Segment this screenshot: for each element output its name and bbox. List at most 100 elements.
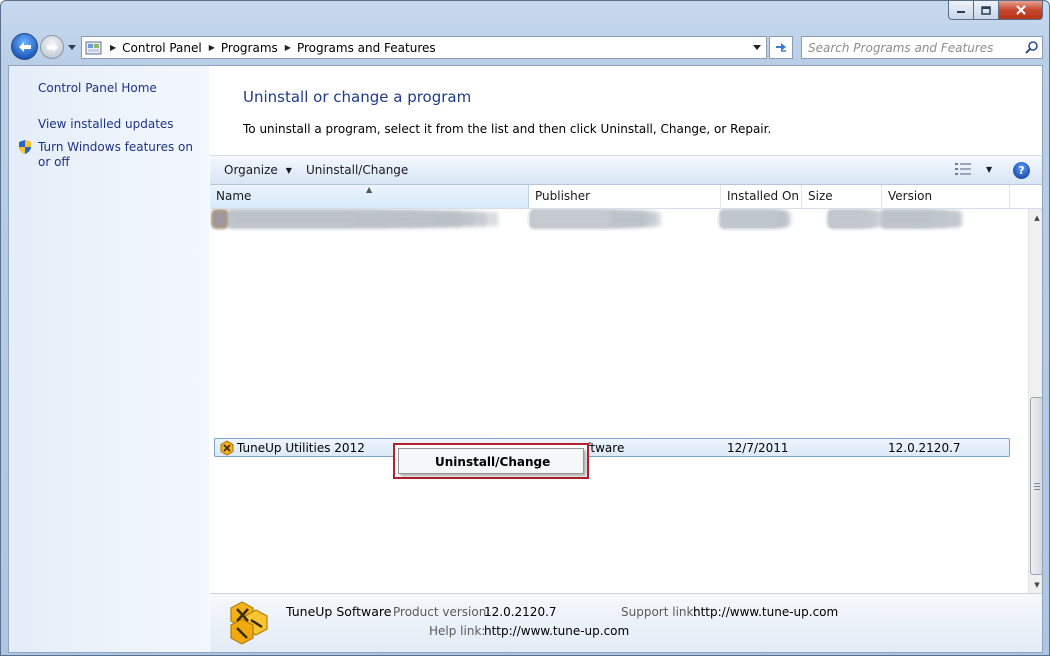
- column-header-row: ▲ Name Publisher Installed On Size Versi…: [210, 185, 1042, 209]
- breadcrumb-separator[interactable]: ▶: [110, 43, 116, 52]
- obscured-row: [214, 543, 1010, 563]
- scroll-down-button[interactable]: ▼: [1029, 576, 1042, 593]
- product-version-label: Product version:: [393, 605, 491, 619]
- address-dropdown[interactable]: [748, 37, 766, 58]
- program-row-tuneup-utilities[interactable]: TuneUp Utilities 2012 ...Software 12/7/2…: [214, 438, 1010, 457]
- help-link-label: Help link:: [429, 624, 486, 638]
- obscured-cell: [230, 212, 462, 226]
- chevron-down-icon[interactable]: ▼: [986, 165, 992, 174]
- column-header-version[interactable]: Version: [882, 185, 1010, 208]
- recent-pages-dropdown[interactable]: [67, 42, 77, 52]
- context-menu: Uninstall/Change: [393, 443, 589, 479]
- context-menu-body: Uninstall/Change: [398, 448, 584, 474]
- obscured-row: [214, 503, 1010, 523]
- obscured-cell: [883, 212, 931, 226]
- obscured-row: [214, 463, 1010, 483]
- control-panel-icon: [85, 41, 102, 54]
- details-pane: TuneUp Software Product version: 12.0.21…: [210, 593, 1042, 652]
- refresh-icon: [776, 42, 786, 52]
- change-view-button[interactable]: ▼: [955, 163, 992, 175]
- details-publisher: TuneUp Software: [286, 604, 392, 619]
- breadcrumb-programs[interactable]: Programs: [221, 41, 278, 55]
- column-name-label: Name: [216, 189, 252, 203]
- product-version-value: 12.0.2120.7: [484, 605, 557, 619]
- page-title: Uninstall or change a program: [243, 88, 472, 106]
- view-installed-updates-link[interactable]: View installed updates: [38, 117, 174, 132]
- organize-label: Organize: [224, 163, 278, 177]
- maximize-button[interactable]: [974, 1, 999, 20]
- details-view-icon: [955, 163, 971, 175]
- search-icon[interactable]: [1020, 37, 1042, 58]
- breadcrumb-separator[interactable]: ▶: [209, 43, 215, 52]
- search-box[interactable]: Search Programs and Features: [801, 36, 1043, 59]
- forward-button[interactable]: [40, 35, 64, 59]
- obscured-row: [214, 373, 1010, 393]
- tuneup-icon: [220, 440, 234, 456]
- program-installed-on: 12/7/2011: [727, 441, 789, 455]
- obscured-cell: [532, 212, 610, 226]
- control-panel-home-link[interactable]: Control Panel Home: [38, 81, 157, 96]
- column-header-installed-on[interactable]: Installed On: [721, 185, 802, 208]
- obscured-row: [214, 353, 1010, 373]
- content-area: Control Panel Home View installed update…: [8, 65, 1043, 653]
- obscured-row: [214, 413, 1010, 433]
- main-panel: Uninstall or change a program To uninsta…: [210, 66, 1042, 652]
- column-header-size[interactable]: Size: [802, 185, 882, 208]
- address-bar[interactable]: ▶ Control Panel ▶ Programs ▶ Programs an…: [81, 36, 767, 59]
- obscured-cell: [830, 212, 872, 226]
- obscured-row: [214, 233, 1010, 253]
- help-button[interactable]: ?: [1013, 162, 1030, 179]
- programs-and-features-window: ▶ Control Panel ▶ Programs ▶ Programs an…: [0, 0, 1050, 656]
- context-menu-uninstall-change[interactable]: Uninstall/Change: [435, 455, 550, 469]
- close-icon: [1015, 5, 1026, 15]
- obscured-row: [214, 523, 1010, 543]
- obscured-cell: [722, 212, 788, 226]
- turn-windows-features-link[interactable]: Turn Windows features on or off: [38, 140, 198, 170]
- program-version: 12.0.2120.7: [888, 441, 961, 455]
- search-input[interactable]: Search Programs and Features: [802, 41, 1020, 55]
- column-header-publisher[interactable]: Publisher: [529, 185, 721, 208]
- breadcrumb-programs-and-features[interactable]: Programs and Features: [297, 41, 436, 55]
- refresh-button[interactable]: [769, 36, 793, 59]
- program-name: TuneUp Utilities 2012: [237, 441, 365, 455]
- organize-button[interactable]: Organize ▼: [224, 163, 292, 177]
- obscured-row: [214, 563, 1010, 583]
- maximize-icon: [981, 5, 991, 15]
- command-bar: Organize ▼ Uninstall/Change ▼ ?: [210, 155, 1042, 185]
- chevron-down-icon: [68, 44, 76, 50]
- uninstall-change-button[interactable]: Uninstall/Change: [306, 163, 408, 177]
- obscured-row: [214, 253, 1010, 273]
- back-button[interactable]: [11, 33, 38, 60]
- obscured-row: [214, 313, 1010, 333]
- program-list: TuneUp Utilities 2012 ...Software 12/7/2…: [210, 209, 1028, 593]
- minimize-button[interactable]: [948, 1, 974, 20]
- chevron-down-icon: ▼: [285, 165, 292, 175]
- vertical-scrollbar[interactable]: ▲ ▼: [1028, 209, 1042, 593]
- shield-icon: [19, 140, 31, 154]
- close-button[interactable]: [999, 1, 1043, 20]
- obscured-row: [214, 273, 1010, 293]
- support-link-label: Support link:: [621, 605, 698, 619]
- obscured-row: [214, 483, 1010, 503]
- support-link[interactable]: http://www.tune-up.com: [693, 605, 838, 619]
- column-header-name[interactable]: ▲ Name: [210, 185, 529, 208]
- chevron-down-icon: [753, 45, 761, 50]
- scroll-up-button[interactable]: ▲: [1029, 209, 1042, 226]
- arrow-right-icon: [46, 42, 58, 52]
- caption-buttons: [948, 1, 1043, 21]
- page-description: To uninstall a program, select it from t…: [243, 122, 772, 136]
- breadcrumb-separator[interactable]: ▶: [285, 43, 291, 52]
- obscured-row: [214, 393, 1010, 413]
- sort-ascending-icon: ▲: [366, 185, 373, 194]
- tuneup-icon: [230, 601, 268, 645]
- obscured-cell: [214, 212, 226, 226]
- navigation-bar: ▶ Control Panel ▶ Programs ▶ Programs an…: [9, 32, 1043, 62]
- scroll-thumb[interactable]: [1030, 397, 1042, 575]
- minimize-icon: [957, 11, 965, 13]
- grip-icon: [1033, 482, 1040, 490]
- obscured-row: [214, 333, 1010, 353]
- obscured-row: [214, 293, 1010, 313]
- breadcrumb-control-panel[interactable]: Control Panel: [122, 41, 202, 55]
- help-link[interactable]: http://www.tune-up.com: [484, 624, 629, 638]
- task-sidebar: Control Panel Home View installed update…: [9, 66, 209, 652]
